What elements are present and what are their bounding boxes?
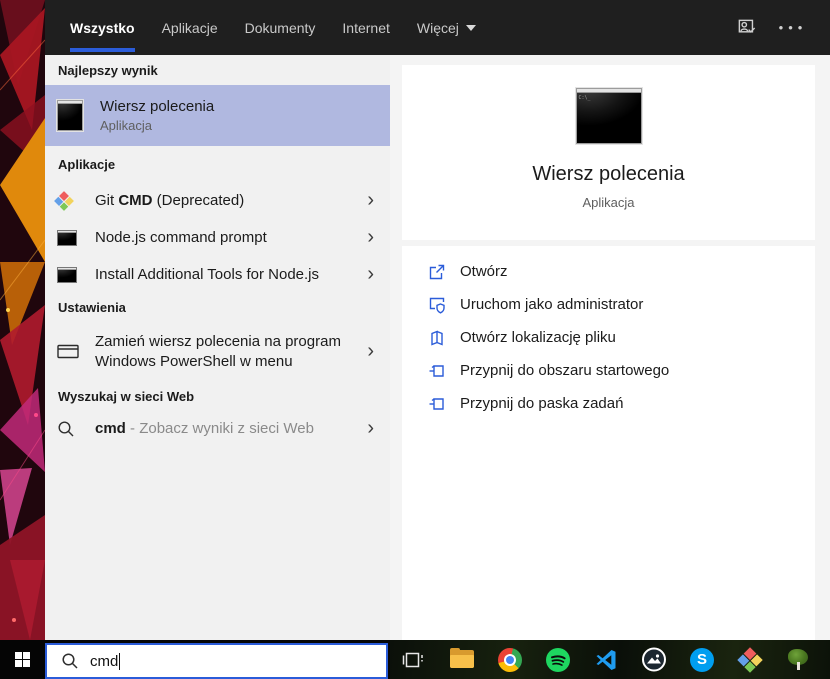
action-pin-to-start[interactable]: Przypnij do obszaru startowego xyxy=(402,354,815,387)
result-subtitle: Aplikacja xyxy=(100,118,153,133)
active-tab-underline xyxy=(70,48,135,52)
action-open-file-location[interactable]: Otwórz lokalizację pliku xyxy=(402,321,815,354)
user-account-icon xyxy=(738,19,756,33)
cmd-window-icon xyxy=(57,229,77,246)
header-actions: ••• xyxy=(732,0,830,55)
chrome-button[interactable] xyxy=(498,647,522,673)
tab-dokumenty[interactable]: Dokumenty xyxy=(245,0,316,55)
tab-label: Dokumenty xyxy=(244,19,316,36)
action-run-as-admin[interactable]: Uruchom jako administrator xyxy=(402,288,815,321)
action-label: Uruchom jako administrator xyxy=(460,296,644,313)
action-label: Przypnij do obszaru startowego xyxy=(460,362,670,379)
tree-app-icon xyxy=(787,648,809,672)
wallpaper-polygons xyxy=(0,0,45,640)
result-install-node-tools[interactable]: Install Additional Tools for Node.js › xyxy=(45,256,390,293)
action-open[interactable]: Otwórz xyxy=(402,255,815,288)
taskbar: cmd S xyxy=(0,640,830,679)
result-title: cmd - Zobacz wyniki z sieci Web xyxy=(95,420,314,437)
search-results-panel: Najlepszy wynik Wiersz polecenia Aplikac… xyxy=(45,55,390,640)
admin-shield-icon xyxy=(428,296,446,314)
result-title: Install Additional Tools for Node.js xyxy=(95,266,320,283)
cmd-window-icon: C:\_ xyxy=(575,88,642,144)
app-title: Wiersz polecenia xyxy=(532,163,685,185)
result-web-search-cmd[interactable]: cmd - Zobacz wyniki z sieci Web › xyxy=(45,410,390,447)
result-best-match-wiersz-polecenia[interactable]: Wiersz polecenia Aplikacja xyxy=(45,85,390,146)
vscode-icon xyxy=(596,649,616,670)
cmd-window-icon xyxy=(57,266,77,283)
result-nodejs-command-prompt[interactable]: Node.js command prompt › xyxy=(45,219,390,256)
task-view-button[interactable] xyxy=(402,647,426,673)
search-icon xyxy=(61,652,79,670)
tree-app-button[interactable] xyxy=(786,647,810,673)
app-subtitle: Aplikacja xyxy=(582,195,635,210)
filter-tabs: Wszystko Aplikacje Dokumenty Internet Wi… xyxy=(45,0,476,55)
preview-panel: C:\_ Wiersz polecenia Aplikacja Otwórz U… xyxy=(390,55,830,640)
taskbar-icons: S xyxy=(390,640,830,679)
more-options-button[interactable]: ••• xyxy=(778,13,808,43)
skype-button[interactable]: S xyxy=(690,647,714,673)
vscode-button[interactable] xyxy=(594,647,618,673)
file-location-icon xyxy=(428,329,446,347)
window-icon xyxy=(57,344,79,359)
chevron-right-icon: › xyxy=(367,262,374,285)
cmd-window-icon xyxy=(57,100,83,131)
open-icon xyxy=(428,263,446,281)
tab-label: Aplikacje xyxy=(161,19,218,36)
photos-icon xyxy=(642,647,666,672)
app-actions-card: Otwórz Uruchom jako administrator Otwórz… xyxy=(402,246,815,640)
windows-logo-icon xyxy=(14,651,31,668)
tab-internet[interactable]: Internet xyxy=(342,0,389,55)
result-title: Wiersz polecenia xyxy=(100,98,215,115)
result-title: Node.js command prompt xyxy=(95,229,267,246)
git-icon xyxy=(54,190,74,211)
section-apps: Aplikacje xyxy=(58,156,116,172)
section-settings: Ustawienia xyxy=(58,300,126,315)
result-replace-cmd-with-powershell[interactable]: Zamień wiersz polecenia na program Windo… xyxy=(45,322,390,382)
action-label: Otwórz xyxy=(460,263,508,280)
start-button[interactable] xyxy=(0,640,45,679)
user-account-button[interactable] xyxy=(732,13,762,43)
section-web-search: Wyszukaj w sieci Web xyxy=(58,388,195,404)
text-caret xyxy=(119,652,121,670)
tab-wiecej[interactable]: Więcej xyxy=(417,0,476,55)
tab-wszystko[interactable]: Wszystko xyxy=(70,0,135,55)
chevron-right-icon: › xyxy=(367,340,374,363)
tab-label: Więcej xyxy=(416,19,459,36)
file-explorer-icon xyxy=(450,648,474,669)
git-button[interactable] xyxy=(737,646,763,673)
skype-icon: S xyxy=(690,647,714,672)
file-explorer-button[interactable] xyxy=(450,647,474,673)
action-label: Przypnij do paska zadań xyxy=(460,395,624,412)
tab-label: Internet xyxy=(342,19,390,36)
result-title: Zamień wiersz polecenia na program Windo… xyxy=(95,333,341,370)
spotify-button[interactable] xyxy=(546,647,570,673)
taskbar-search-input[interactable]: cmd xyxy=(45,643,388,679)
tab-aplikacje[interactable]: Aplikacje xyxy=(162,0,218,55)
action-label: Otwórz lokalizację pliku xyxy=(460,329,616,346)
spotify-icon xyxy=(546,647,570,672)
ellipsis-icon: ••• xyxy=(778,20,808,35)
search-icon xyxy=(58,420,74,436)
chevron-right-icon: › xyxy=(367,225,374,248)
result-title: Git CMD (Deprecated) xyxy=(95,192,245,209)
chevron-right-icon: › xyxy=(367,416,374,439)
tab-label: Wszystko xyxy=(70,19,135,36)
section-best-match: Najlepszy wynik xyxy=(58,62,158,78)
pin-icon xyxy=(428,395,446,413)
result-git-cmd[interactable]: Git CMD (Deprecated) › xyxy=(45,182,390,219)
chrome-icon xyxy=(498,647,522,672)
action-pin-to-taskbar[interactable]: Przypnij do paska zadań xyxy=(402,387,815,420)
search-flyout-header: Wszystko Aplikacje Dokumenty Internet Wi… xyxy=(45,0,830,55)
app-preview-card: C:\_ Wiersz polecenia Aplikacja xyxy=(402,65,815,240)
task-view-icon xyxy=(402,652,423,667)
search-input-value: cmd xyxy=(90,652,119,670)
desktop-wallpaper xyxy=(0,0,45,640)
photos-button[interactable] xyxy=(642,647,666,673)
git-icon xyxy=(737,646,763,673)
pin-icon xyxy=(428,362,446,380)
cmd-icon-text: C:\_ xyxy=(578,95,591,101)
chevron-down-icon xyxy=(465,24,476,31)
chevron-right-icon: › xyxy=(367,188,374,211)
